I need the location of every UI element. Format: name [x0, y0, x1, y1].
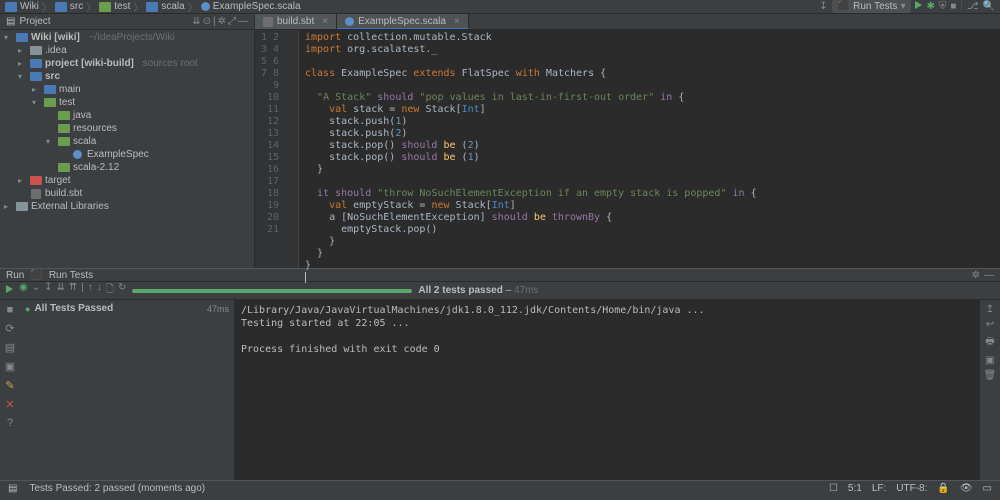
pin-icon[interactable]: ▣ — [5, 360, 15, 373]
breadcrumb[interactable]: Wiki〉 src〉 test〉 scala〉 ExampleSpec.scal… — [5, 0, 301, 14]
run-button[interactable] — [915, 1, 922, 12]
next-icon[interactable]: ↓ — [97, 282, 102, 299]
export-icon[interactable]: 🗋 — [106, 282, 114, 299]
run-config-selector[interactable]: ⬛ Run Tests ▾ — [832, 0, 912, 13]
history-icon[interactable]: ↻ — [118, 282, 126, 299]
gear-icon[interactable]: ✲ — [972, 270, 980, 281]
rerun-button[interactable] — [6, 285, 13, 296]
attach-icon[interactable]: ⟳ — [5, 322, 14, 335]
filter-icon[interactable]: ⌄ — [32, 282, 40, 299]
toggle-pass-icon[interactable]: ◉ — [19, 282, 28, 299]
coverage-button[interactable]: ⛨ — [939, 1, 947, 12]
status-bar: ▤ Tests Passed: 2 passed (moments ago) ☐… — [0, 480, 1000, 496]
stop-icon[interactable]: ■ — [7, 304, 14, 316]
wrap-icon[interactable]: ↩ — [986, 319, 994, 330]
close-icon[interactable]: ✕ — [5, 398, 14, 411]
encoding[interactable]: UTF-8: — [896, 483, 927, 494]
close-icon[interactable]: × — [454, 16, 460, 27]
line-gutter: 1 2 3 4 5 6 7 8 9 10 11 12 13 14 15 16 1… — [255, 30, 285, 268]
project-tree[interactable]: ▾Wiki [wiki] ~/IdeaProjects/Wiki ▸.idea … — [0, 30, 255, 268]
inspect-icon[interactable]: 👁 — [960, 483, 973, 494]
mem-icon[interactable]: ▭ — [983, 483, 992, 494]
scroll-icon[interactable]: ↥ — [986, 304, 994, 315]
code-editor[interactable]: 1 2 3 4 5 6 7 8 9 10 11 12 13 14 15 16 1… — [255, 30, 1000, 268]
stop-button[interactable]: ■ — [950, 1, 956, 12]
hide-icon[interactable]: ⤢ — [228, 16, 236, 27]
debug-button[interactable]: ✱ — [926, 1, 934, 12]
lock-icon[interactable]: 🔒 — [937, 483, 949, 494]
project-icon: ▤ — [6, 16, 15, 27]
print-icon[interactable]: 🖶 — [985, 334, 994, 351]
run-side-icons: ■ ⟳ ▤ ▣ ✎ ✕ ? — [0, 300, 20, 480]
minimize-icon[interactable]: — — [238, 16, 248, 27]
progress-bar — [132, 289, 412, 293]
target-icon[interactable]: ⊙ — [203, 16, 211, 27]
prev-icon[interactable]: ↑ — [88, 282, 93, 299]
collapse-icon[interactable]: ⇈ — [69, 282, 77, 299]
run-tool-header[interactable]: Run ⬛ Run Tests ✲— — [0, 268, 1000, 282]
step-icon[interactable]: ↧ — [819, 1, 827, 12]
tab-examplespec[interactable]: ExampleSpec.scala× — [337, 14, 469, 29]
caret-position[interactable]: 5:1 — [848, 483, 862, 494]
event-log-icon[interactable]: ▤ — [8, 483, 17, 494]
dump-icon[interactable]: ▤ — [5, 341, 15, 354]
wand-icon[interactable]: ✎ — [5, 379, 14, 392]
tab-build-sbt[interactable]: build.sbt× — [255, 14, 337, 29]
search-button[interactable]: 🔍 — [983, 1, 995, 12]
close-icon[interactable]: × — [322, 16, 328, 27]
minimize-icon[interactable]: — — [984, 270, 994, 281]
trash-icon[interactable]: 🗑 — [984, 370, 997, 381]
test-tree[interactable]: ●All Tests Passed47ms — [20, 300, 235, 480]
breadcrumb-bar: Wiki〉 src〉 test〉 scala〉 ExampleSpec.scal… — [0, 0, 1000, 14]
status-message: Tests Passed: 2 passed (moments ago) — [29, 483, 205, 494]
collapse-icon[interactable]: ⇊ — [192, 16, 200, 27]
line-sep[interactable]: LF: — [872, 483, 886, 494]
gear-icon[interactable]: ✲ — [218, 16, 226, 27]
goto-icon[interactable]: ☐ — [829, 483, 838, 494]
help-icon[interactable]: ? — [7, 417, 13, 429]
run-toolbar: ◉ ⌄ ↧ ⇊ ⇈ | ↑ ↓ 🗋 ↻ All 2 tests passed –… — [0, 282, 1000, 300]
expand-icon[interactable]: ⇊ — [57, 282, 65, 299]
test-console[interactable]: /Library/Java/JavaVirtualMachines/jdk1.8… — [235, 300, 980, 480]
code-area[interactable]: import collection.mutable.Stack import o… — [299, 30, 1000, 268]
tabbar: ▤ Project ⇊ ⊙ | ✲ ⤢ — build.sbt× Example… — [0, 14, 1000, 30]
console-side-icons: ↥ ↩ 🖶 ▣ 🗑 — [980, 300, 1000, 480]
fold-gutter[interactable] — [285, 30, 299, 268]
sort-icon[interactable]: ↧ — [44, 282, 52, 299]
project-tool-header[interactable]: ▤ Project ⇊ ⊙ | ✲ ⤢ — — [0, 14, 255, 29]
clear-icon[interactable]: ▣ — [985, 355, 994, 366]
git-button[interactable]: ⎇ — [967, 1, 979, 12]
